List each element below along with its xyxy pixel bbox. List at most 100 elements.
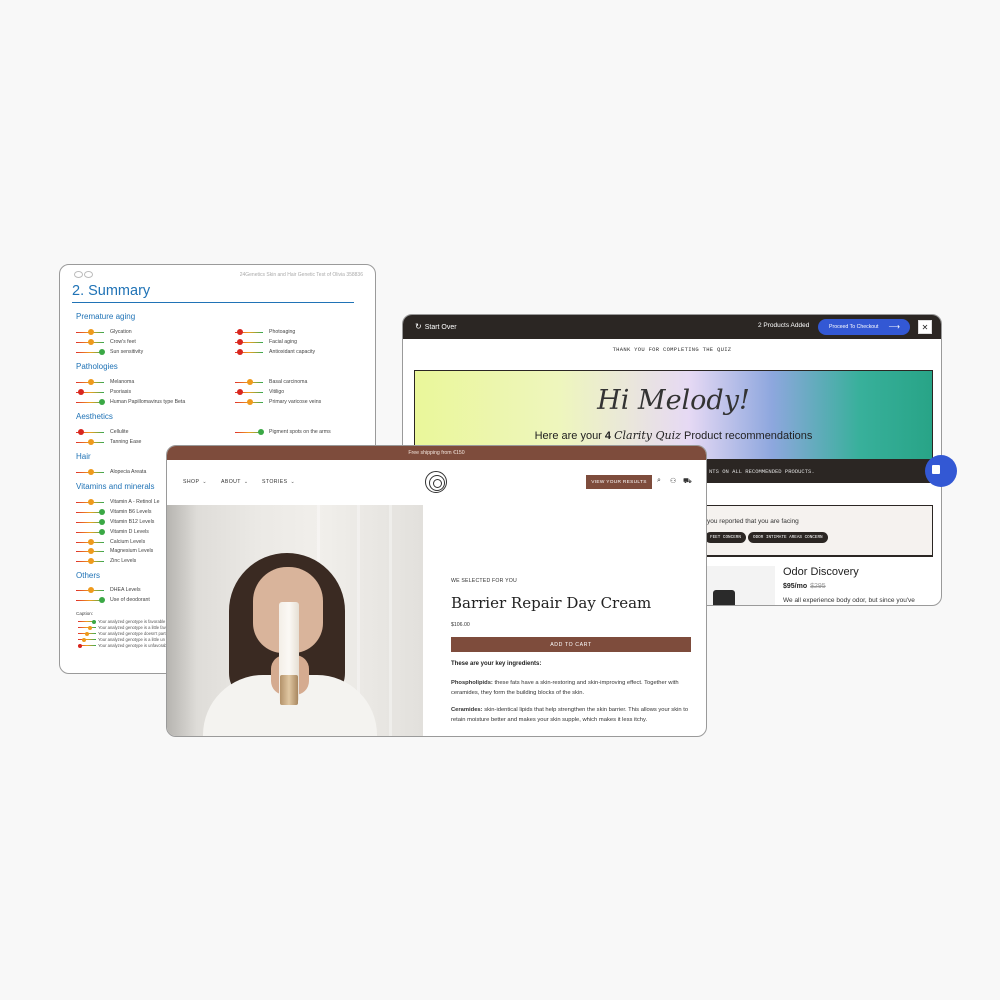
products-added-count: 2 Products Added [758, 322, 810, 329]
nav-about[interactable]: ABOUT ⌄ [221, 479, 248, 485]
nav-stories-label: STORIES [262, 479, 288, 485]
proceed-to-checkout-button[interactable]: Proceed To Checkout ⟶ [818, 319, 910, 335]
promo-strip-text: NTS ON ALL RECOMMENDED PRODUCTS. [709, 468, 815, 475]
ingredient-ceramides: Ceramides: skin-identical lipids that he… [451, 705, 696, 725]
product-page-card: Free shipping from €150 SHOP ⌄ ABOUT ⌄ STO… [166, 445, 707, 737]
trait-label: Vitamin B12 Levels [110, 519, 155, 525]
product-name[interactable]: Odor Discovery [783, 566, 859, 578]
trait-marker [99, 519, 105, 525]
trait-label: Tanning Ease [110, 439, 142, 445]
product-price: $95/mo $295 [783, 583, 826, 590]
product-image[interactable] [707, 566, 775, 605]
nav-stories[interactable]: STORIES ⌄ [262, 479, 295, 485]
trait-label: Photoaging [269, 329, 296, 335]
trait-marker [237, 389, 243, 395]
price-original: $295 [810, 583, 826, 590]
section-hair: Hair [76, 452, 91, 461]
report-title: 2. Summary [72, 283, 151, 299]
chevron-down-icon: ⌄ [290, 479, 296, 485]
chevron-down-icon: ⌄ [243, 479, 249, 485]
rec-count: 4 [604, 430, 612, 442]
trait-marker [88, 558, 94, 564]
trait-marker [237, 349, 243, 355]
trait-marker [247, 379, 253, 385]
announcement-bar: Free shipping from €150 [167, 446, 706, 460]
add-to-cart-button[interactable]: ADD TO CART [451, 637, 691, 652]
recommendation-line: Here are your 4 Clarity Quiz Product rec… [415, 429, 932, 442]
trait-marker [88, 329, 94, 335]
caption-title: Caption: [76, 611, 94, 616]
trait-label: DHEA Levels [110, 587, 141, 593]
product-title: Barrier Repair Day Cream [451, 594, 652, 612]
trait-label: Alopecia Areata [110, 469, 147, 475]
report-header: 24Genetics Skin and Hair Genetic Test of… [74, 271, 363, 283]
start-over-label: Start Over [424, 324, 457, 331]
caption-text: Your analyzed genotype is unfavorab [98, 643, 167, 648]
start-over-button[interactable]: ↻ Start Over [415, 322, 457, 331]
close-icon[interactable]: ✕ [918, 320, 932, 334]
trait-label: Facial aging [269, 339, 297, 345]
trait-label: Vitamin D Levels [110, 529, 149, 535]
view-results-button[interactable]: VIEW YOUR RESULTS [586, 475, 652, 489]
trait-label: Sun sensitivity [110, 349, 144, 355]
trait-label: Psoriasis [110, 389, 132, 395]
account-icon[interactable]: ⚇ [670, 477, 676, 485]
nav-shop[interactable]: SHOP ⌄ [183, 479, 207, 485]
section-pathologies: Pathologies [76, 362, 118, 371]
trait-label: Primary varicose veins [269, 399, 322, 405]
brand-logo[interactable] [425, 471, 447, 493]
trait-marker [88, 587, 94, 593]
trait-label: Magnesium Levels [110, 548, 154, 554]
cart-icon[interactable]: ⛟ [683, 477, 692, 486]
trait-label: Vitamin A - Retinol Le [110, 499, 160, 505]
checkout-label: Proceed To Checkout [829, 324, 879, 330]
ingredient-phospholipids: Phospholipids: these fats have a skin-re… [451, 678, 696, 698]
trait-marker [88, 548, 94, 554]
trait-label: Human Papillomavirus type Beta [110, 399, 186, 405]
trait-marker [88, 469, 94, 475]
trait-label: Zinc Levels [110, 558, 137, 564]
product-photo [167, 505, 423, 736]
ingredient-text: skin-identical lipids that help strength… [451, 707, 689, 723]
report-title-rule [72, 302, 354, 303]
canvas: 24Genetics Skin and Hair Genetic Test of… [0, 0, 1000, 1000]
price-current: $95/mo [783, 583, 808, 590]
concern-chip-odor[interactable]: ODOR INTIMATE AREAS CONCERN [748, 532, 828, 543]
trait-label: Glycation [110, 329, 132, 335]
section-aesthetics: Aesthetics [76, 412, 113, 421]
trait-marker [247, 399, 253, 405]
trait-marker [237, 329, 243, 335]
caption-text: Your analyzed genotype is a little un [98, 637, 165, 642]
trait-marker [99, 529, 105, 535]
refresh-icon: ↻ [415, 322, 422, 331]
trait-label: Use of deodorant [110, 597, 150, 603]
cart-floating-button[interactable] [925, 455, 957, 487]
trait-marker [78, 389, 84, 395]
product-price-shop: $106.00 [451, 622, 470, 628]
section-vitamins-minerals: Vitamins and minerals [76, 482, 155, 491]
trait-marker [88, 439, 94, 445]
report-header-text: 24Genetics Skin and Hair Genetic Test of… [239, 272, 363, 278]
bag-icon [932, 465, 940, 474]
rec-quiz-name: Clarity Quiz [614, 429, 681, 442]
concerns-intro: you reported that you are facing [707, 518, 799, 525]
concern-chip-feet[interactable]: FEET CONCERN [705, 532, 746, 543]
trait-label: Cellulite [110, 429, 129, 435]
section-others: Others [76, 571, 101, 580]
trait-label: Basal carcinoma [269, 379, 308, 385]
report-logo [74, 271, 96, 279]
ingredient-name: Ceramides: [451, 707, 483, 713]
rec-suffix: Product recommendations [684, 430, 813, 442]
trait-marker [88, 499, 94, 505]
trait-marker [88, 539, 94, 545]
caption-text: Your analyzed genotype is a little fav [98, 625, 166, 630]
trait-label: Melanoma [110, 379, 135, 385]
trait-marker [99, 597, 105, 603]
trait-marker [237, 339, 243, 345]
caption-text: Your analyzed genotype doesn't part [98, 631, 166, 636]
ingredient-name: Phospholipids: [451, 680, 493, 686]
trait-label: Pigment spots on the arms [269, 429, 331, 435]
trait-marker [99, 509, 105, 515]
arrow-right-icon: ⟶ [888, 322, 900, 331]
search-icon[interactable]: ⌕ [657, 477, 661, 485]
